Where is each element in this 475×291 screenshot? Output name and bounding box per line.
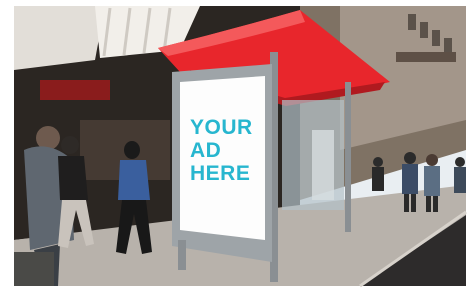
ad-line-2: AD xyxy=(190,139,222,162)
shelter-post-back xyxy=(345,82,351,232)
ad-line-3: HERE xyxy=(190,162,251,185)
trash-can xyxy=(14,252,54,286)
awning-left xyxy=(14,6,105,70)
ad-text: YOUR AD HERE xyxy=(190,116,253,185)
ad-line-1: YOUR xyxy=(190,116,253,139)
